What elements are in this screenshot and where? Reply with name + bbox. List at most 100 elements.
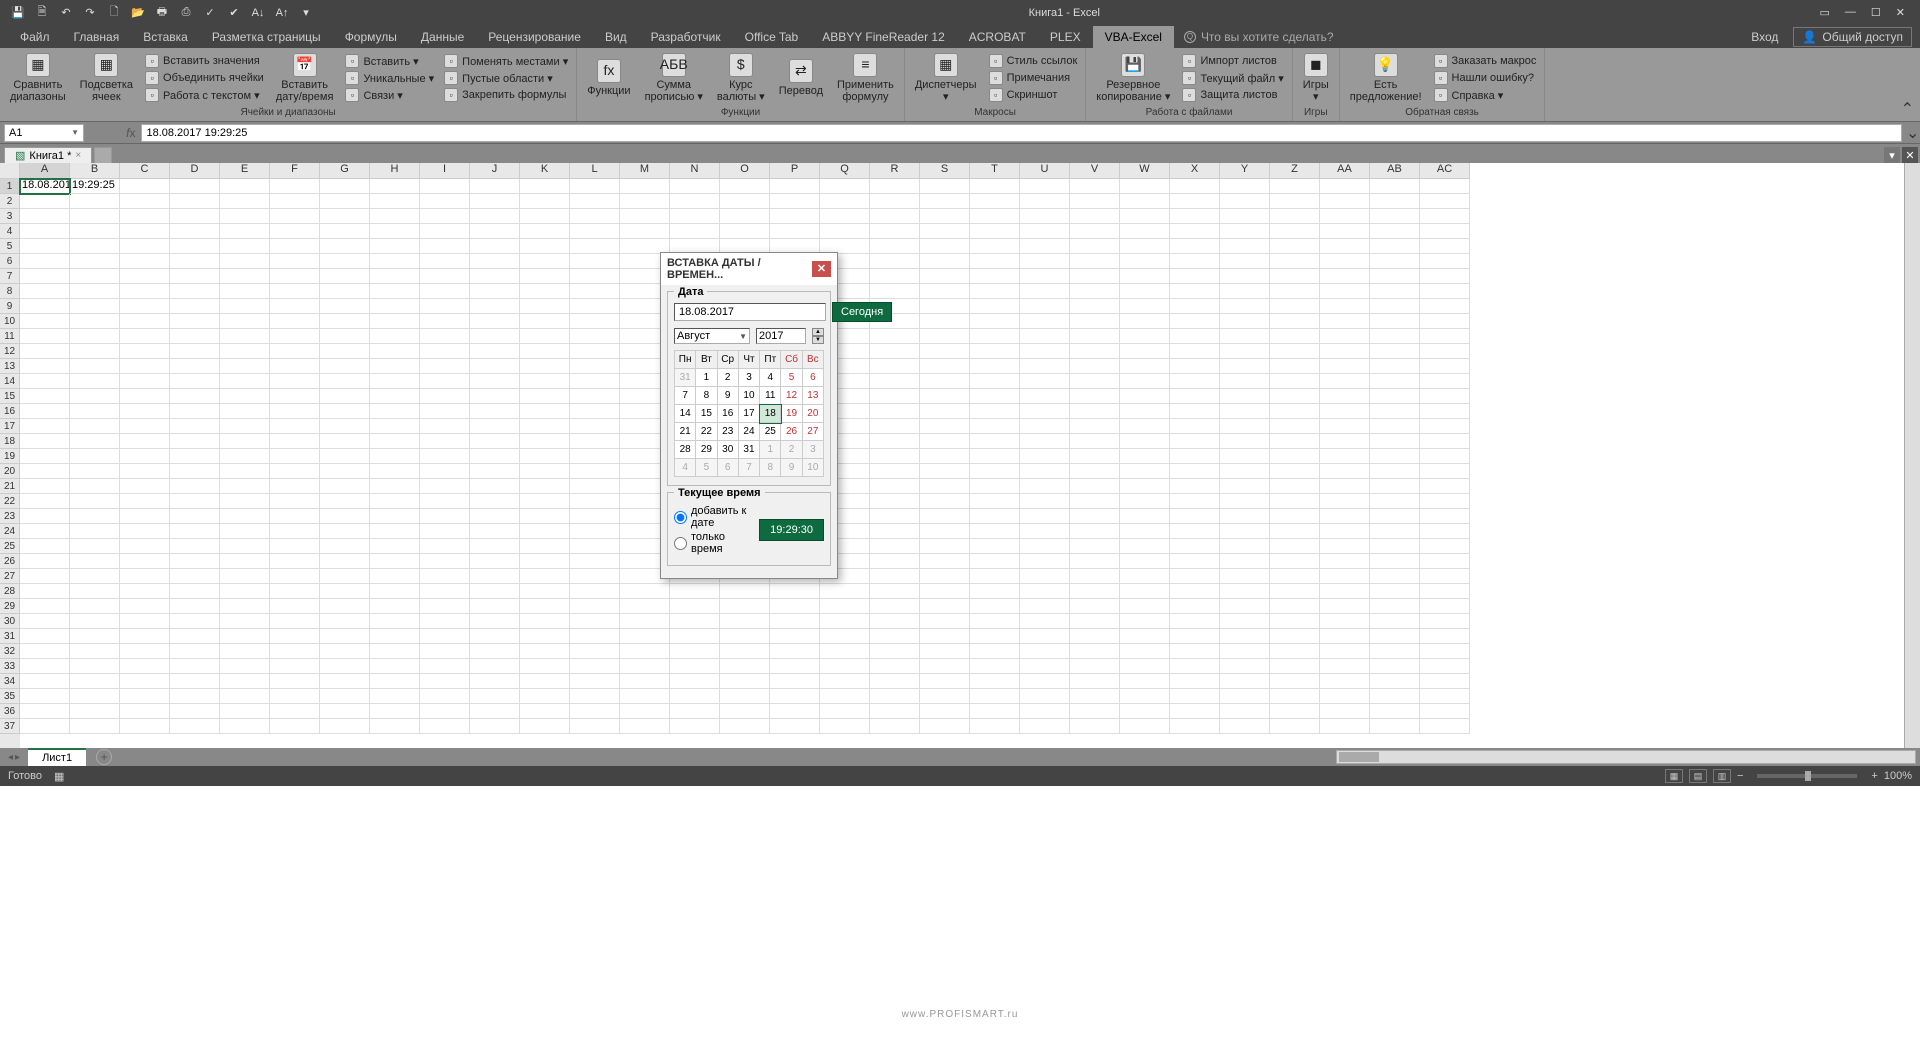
column-header[interactable]: X [1170,163,1220,179]
cell[interactable] [1120,239,1170,254]
cell[interactable] [370,314,420,329]
calendar-day[interactable]: 15 [696,405,717,423]
cell[interactable] [270,434,320,449]
cell[interactable] [1170,404,1220,419]
cell[interactable] [70,479,120,494]
calendar-day[interactable]: 14 [675,405,696,423]
cell[interactable] [320,179,370,194]
cell[interactable] [1120,359,1170,374]
cell[interactable] [1370,554,1420,569]
cell[interactable] [1020,614,1070,629]
cell[interactable] [870,509,920,524]
cell[interactable] [1320,674,1370,689]
zoom-level[interactable]: 100% [1884,770,1912,782]
cell[interactable] [120,239,170,254]
cell[interactable] [270,359,320,374]
cell[interactable] [1420,389,1470,404]
cell[interactable] [1020,524,1070,539]
cell[interactable] [1320,299,1370,314]
cell[interactable] [370,404,420,419]
print-preview-icon[interactable]: 🖶 [154,5,170,21]
row-header[interactable]: 32 [0,644,20,659]
cell[interactable] [320,269,370,284]
cell[interactable] [1120,689,1170,704]
cell[interactable] [1170,299,1220,314]
ribbon-item[interactable]: ▫Примечания [985,70,1082,86]
cell[interactable] [870,674,920,689]
calendar-day[interactable]: 9 [717,387,738,405]
cell[interactable] [1020,494,1070,509]
cell[interactable] [120,569,170,584]
cell[interactable] [520,464,570,479]
cell[interactable] [1220,374,1270,389]
cell[interactable] [170,674,220,689]
cell[interactable] [320,224,370,239]
cell[interactable] [920,239,970,254]
cell[interactable] [1270,704,1320,719]
cell[interactable] [270,719,320,734]
column-header[interactable]: V [1070,163,1120,179]
cell[interactable] [870,629,920,644]
cell[interactable] [470,584,520,599]
cell[interactable] [920,554,970,569]
cell[interactable] [620,614,670,629]
cell[interactable] [670,689,720,704]
cell[interactable] [870,599,920,614]
expand-formula-bar-icon[interactable]: ⌄ [1906,123,1920,143]
cell[interactable] [520,254,570,269]
cell[interactable] [1320,224,1370,239]
cell[interactable] [20,644,70,659]
cell[interactable] [1270,494,1320,509]
cell[interactable] [220,674,270,689]
cell[interactable] [1170,629,1220,644]
cell[interactable] [570,344,620,359]
year-input[interactable]: 2017 [756,328,806,344]
cell[interactable] [970,629,1020,644]
cell[interactable] [1320,509,1370,524]
cell[interactable] [420,524,470,539]
cell[interactable] [270,329,320,344]
cell[interactable] [20,434,70,449]
cell[interactable] [370,239,420,254]
calendar-day[interactable]: 9 [781,459,802,477]
cell[interactable] [1120,254,1170,269]
column-header[interactable]: R [870,163,920,179]
calendar-day[interactable]: 31 [738,441,759,459]
cell[interactable] [720,599,770,614]
cell[interactable] [1070,269,1120,284]
workbook-tab[interactable]: ▧ Книга1 * × [4,147,92,163]
ribbon-item[interactable]: ▫Заказать макрос [1430,53,1541,69]
vertical-scrollbar[interactable] [1904,163,1920,748]
cell[interactable] [770,644,820,659]
cell[interactable] [920,464,970,479]
cell[interactable] [670,584,720,599]
cell[interactable] [120,614,170,629]
cell[interactable] [1320,599,1370,614]
cell[interactable] [920,194,970,209]
cell[interactable] [270,584,320,599]
cell[interactable] [170,479,220,494]
cell[interactable] [170,374,220,389]
row-header[interactable]: 25 [0,539,20,554]
cell[interactable] [270,704,320,719]
cell[interactable] [320,719,370,734]
cell[interactable] [920,719,970,734]
cell[interactable] [320,509,370,524]
cell[interactable] [870,644,920,659]
cell[interactable] [820,629,870,644]
cell[interactable] [870,689,920,704]
ribbon-tab-файл[interactable]: Файл [8,26,62,48]
cell[interactable] [970,254,1020,269]
customize-qat-icon[interactable]: ▾ [298,5,314,21]
cell[interactable] [320,434,370,449]
row-header[interactable]: 5 [0,239,20,254]
cell[interactable] [420,569,470,584]
cell[interactable] [1370,299,1420,314]
column-header[interactable]: S [920,163,970,179]
cell[interactable] [1270,359,1320,374]
cell[interactable] [470,299,520,314]
cell[interactable] [1220,599,1270,614]
cell[interactable] [1320,179,1370,194]
cell[interactable] [1220,479,1270,494]
cell[interactable] [1070,614,1120,629]
